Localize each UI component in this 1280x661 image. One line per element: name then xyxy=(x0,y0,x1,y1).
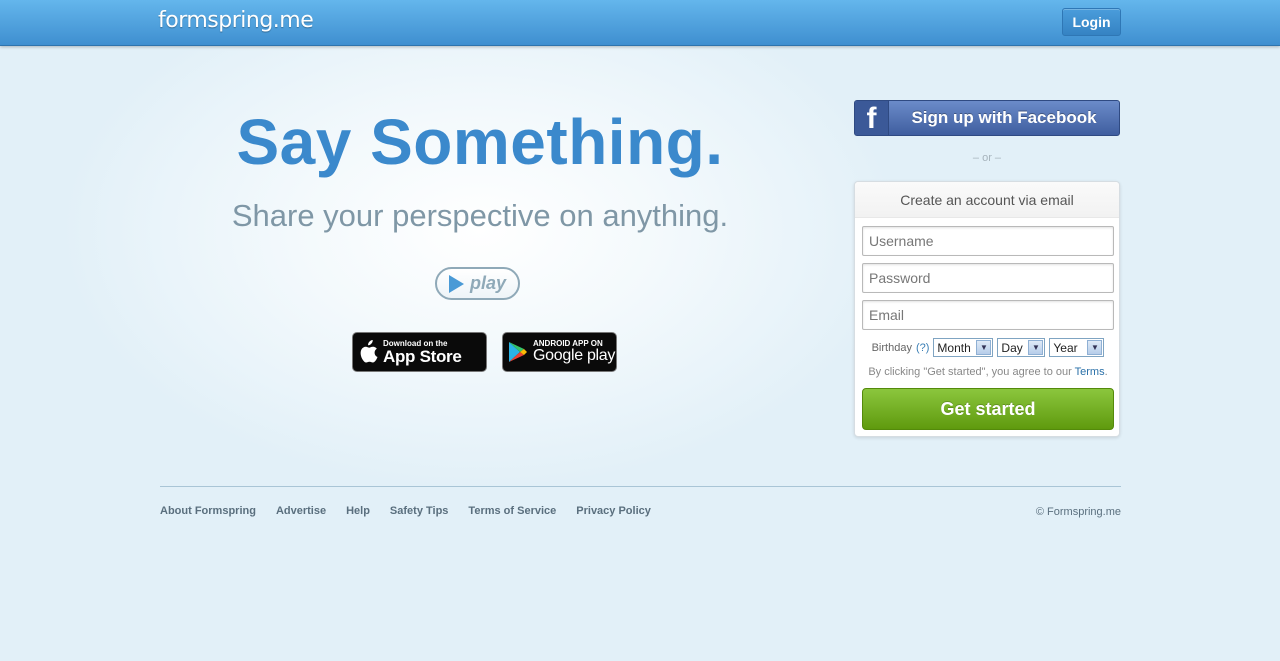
facebook-signup-label: Sign up with Facebook xyxy=(911,108,1097,127)
terms-suffix: . xyxy=(1104,366,1108,378)
hero-subtitle: Share your perspective on anything. xyxy=(231,198,729,233)
google-play-icon xyxy=(503,341,533,363)
or-divider: – or – xyxy=(972,152,1002,164)
email-signup-form: Create an account via email Birthday (?)… xyxy=(854,181,1120,437)
copyright: © Formspring.me xyxy=(1035,506,1121,518)
footer-divider xyxy=(160,486,1121,487)
footer-nav: About Formspring Advertise Help Safety T… xyxy=(160,505,651,517)
terms-link[interactable]: Terms xyxy=(1075,366,1105,378)
chevron-down-icon: ▼ xyxy=(976,340,992,355)
terms-notice: By clicking "Get started", you agree to … xyxy=(855,366,1121,378)
birth-year-value: Year xyxy=(1053,340,1078,355)
footer-link-privacy[interactable]: Privacy Policy xyxy=(576,505,651,517)
footer-link-help[interactable]: Help xyxy=(346,505,370,517)
chevron-down-icon: ▼ xyxy=(1087,340,1103,355)
birth-day-select[interactable]: Day ▼ xyxy=(997,338,1046,357)
footer-link-terms[interactable]: Terms of Service xyxy=(468,505,556,517)
top-bar: formspring.me Login xyxy=(0,0,1280,46)
chevron-down-icon: ▼ xyxy=(1028,340,1044,355)
birthday-row: Birthday (?) Month ▼ Day ▼ Year ▼ xyxy=(855,338,1121,357)
birth-month-select[interactable]: Month ▼ xyxy=(933,338,994,357)
play-video-button[interactable]: play xyxy=(435,267,520,300)
hero-title: Say Something. xyxy=(236,106,724,178)
app-store-big-text: App Store xyxy=(383,346,462,366)
birth-month-value: Month xyxy=(937,340,971,355)
birth-day-value: Day xyxy=(1001,340,1023,355)
formspring-logo[interactable]: formspring.me xyxy=(158,8,314,33)
facebook-icon: f xyxy=(855,101,889,135)
birth-year-select[interactable]: Year ▼ xyxy=(1049,338,1105,357)
footer-link-about[interactable]: About Formspring xyxy=(160,505,256,517)
facebook-signup-button[interactable]: f Sign up with Facebook xyxy=(854,100,1120,136)
footer-link-safety-tips[interactable]: Safety Tips xyxy=(390,505,449,517)
form-title: Create an account via email xyxy=(855,182,1119,218)
password-input[interactable] xyxy=(862,263,1114,293)
username-input[interactable] xyxy=(862,226,1114,256)
birthday-help-link[interactable]: (?) xyxy=(916,342,929,354)
app-store-badge[interactable]: Download on the App Store xyxy=(352,332,487,372)
birthday-label: Birthday xyxy=(871,341,912,354)
login-button[interactable]: Login xyxy=(1062,8,1121,36)
google-play-badge[interactable]: ANDROID APP ON Google play xyxy=(502,332,617,372)
apple-icon xyxy=(353,340,383,364)
play-icon xyxy=(448,274,464,293)
google-play-big-text: Google play xyxy=(533,347,616,364)
footer-link-advertise[interactable]: Advertise xyxy=(276,505,326,517)
play-label: play xyxy=(469,273,507,293)
terms-prefix: By clicking "Get started", you agree to … xyxy=(868,366,1075,378)
email-input[interactable] xyxy=(862,300,1114,330)
get-started-button[interactable]: Get started xyxy=(862,388,1114,430)
